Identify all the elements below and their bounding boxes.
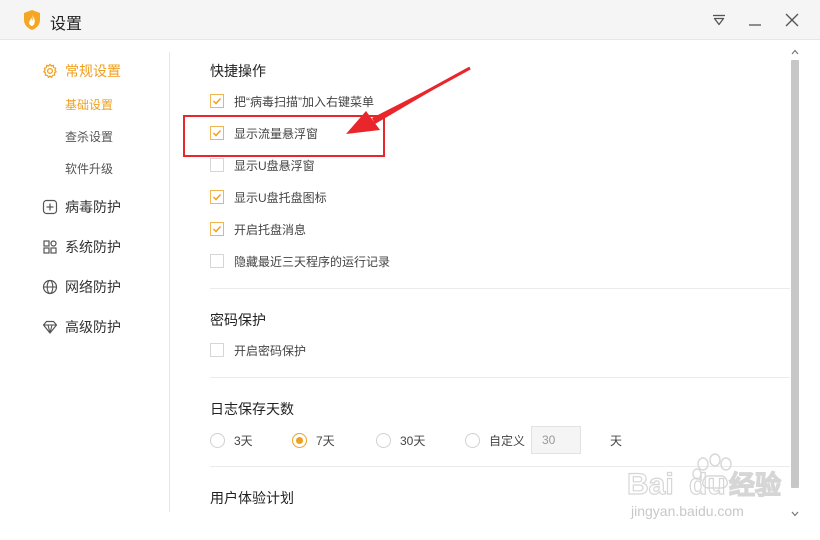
checkbox-label: 开启密码保护: [234, 343, 307, 358]
checkmark-icon: [212, 193, 222, 201]
checkmark-icon: [212, 97, 222, 105]
sidebar-item-general-settings[interactable]: 常规设置: [42, 59, 121, 83]
menu-dropdown-button[interactable]: [707, 8, 731, 32]
checkbox-row-tray-messages[interactable]: 开启托盘消息: [210, 219, 306, 239]
sidebar-item-label: 病毒防护: [65, 199, 121, 215]
sidebar-item-label: 高级防护: [65, 319, 121, 335]
chevron-down-icon: [791, 511, 799, 517]
globe-icon: [42, 279, 58, 295]
sidebar-item-label: 系统防护: [65, 239, 121, 255]
settings-panel: 快捷操作 把“病毒扫描”加入右键菜单 显示流量悬浮窗 显示U盘悬浮窗 显示U盘托…: [186, 40, 790, 510]
checkbox-checked[interactable]: [210, 222, 224, 236]
checkmark-icon: [212, 225, 222, 233]
scroll-down-button[interactable]: [788, 508, 802, 520]
sidebar-divider: [169, 52, 170, 512]
checkbox-row-traffic-float-window[interactable]: 显示流量悬浮窗: [210, 123, 318, 143]
radio-circle-selected[interactable]: [292, 432, 307, 448]
menu-triangle-icon: [713, 14, 725, 26]
checkbox-label: 显示流量悬浮窗: [234, 126, 319, 141]
radio-label: 7天: [316, 433, 335, 448]
sidebar-item-advanced-protection[interactable]: 高级防护: [42, 315, 121, 339]
radio-3-days[interactable]: 3天: [210, 426, 253, 454]
log-days-radio-group: 3天 7天 30天 自定义 天: [210, 426, 710, 454]
checkbox-row-usb-float-window[interactable]: 显示U盘悬浮窗: [210, 155, 315, 175]
plus-square-icon: [42, 199, 58, 215]
close-button[interactable]: [780, 8, 804, 32]
sidebar: 常规设置 基础设置 查杀设置 软件升级 病毒防护 系统防护 网络防护 高级防护: [0, 40, 170, 540]
sidebar-item-label: 网络防护: [65, 279, 121, 295]
checkbox-row-context-menu-scan[interactable]: 把“病毒扫描”加入右键菜单: [210, 91, 374, 111]
scrollbar-thumb[interactable]: [791, 60, 799, 488]
days-unit-label: 天: [610, 434, 623, 448]
sidebar-item-label: 常规设置: [65, 63, 121, 79]
close-icon: [785, 13, 799, 27]
radio-label: 30天: [400, 433, 426, 448]
diamond-icon: [42, 319, 58, 335]
scroll-up-button[interactable]: [788, 46, 802, 58]
sidebar-item-network-protection[interactable]: 网络防护: [42, 275, 121, 299]
section-title-user-experience: 用户体验计划: [210, 490, 294, 506]
vertical-scrollbar[interactable]: [788, 46, 802, 522]
section-title-quick-ops: 快捷操作: [210, 63, 266, 79]
section-title-log-days: 日志保存天数: [210, 401, 294, 417]
checkbox-label: 显示U盘悬浮窗: [234, 158, 315, 173]
radio-circle[interactable]: [376, 432, 391, 448]
radio-circle[interactable]: [465, 432, 480, 448]
window-title: 设置: [50, 16, 83, 33]
sidebar-subitem-software-update[interactable]: 软件升级: [65, 159, 113, 179]
checkbox-label: 隐藏最近三天程序的运行记录: [234, 254, 391, 269]
radio-custom-days[interactable]: 自定义: [465, 426, 525, 454]
sidebar-item-system-protection[interactable]: 系统防护: [42, 235, 121, 259]
radio-7-days[interactable]: 7天: [292, 426, 335, 454]
custom-days-input[interactable]: [531, 426, 581, 454]
checkbox-checked[interactable]: [210, 126, 224, 140]
checkbox-unchecked[interactable]: [210, 254, 224, 268]
radio-30-days[interactable]: 30天: [376, 426, 425, 454]
section-divider: [210, 377, 790, 378]
minimize-icon: [749, 24, 761, 26]
grid-icon: [42, 239, 58, 255]
checkbox-row-hide-run-records[interactable]: 隐藏最近三天程序的运行记录: [210, 251, 390, 271]
checkbox-label: 开启托盘消息: [234, 222, 307, 237]
checkbox-unchecked[interactable]: [210, 343, 224, 357]
sidebar-subitem-basic-settings[interactable]: 基础设置: [65, 95, 113, 115]
radio-label: 自定义: [489, 433, 526, 448]
chevron-up-icon: [791, 49, 799, 55]
section-divider: [210, 288, 790, 289]
title-bar: 设置: [0, 0, 820, 40]
sidebar-item-virus-protection[interactable]: 病毒防护: [42, 195, 121, 219]
checkbox-row-password-protection[interactable]: 开启密码保护: [210, 340, 306, 360]
sidebar-subitem-scan-settings[interactable]: 查杀设置: [65, 127, 113, 147]
checkbox-row-usb-tray-icon[interactable]: 显示U盘托盘图标: [210, 187, 327, 207]
checkbox-unchecked[interactable]: [210, 158, 224, 172]
checkmark-icon: [212, 129, 222, 137]
checkbox-label: 显示U盘托盘图标: [234, 190, 327, 205]
section-divider: [210, 466, 790, 467]
radio-circle[interactable]: [210, 432, 225, 448]
checkbox-checked[interactable]: [210, 94, 224, 108]
radio-label: 3天: [234, 433, 253, 448]
gear-icon: [42, 63, 58, 79]
section-title-password: 密码保护: [210, 312, 266, 328]
checkbox-label: 把“病毒扫描”加入右键菜单: [234, 94, 374, 109]
checkbox-checked[interactable]: [210, 190, 224, 204]
shield-flame-icon: [24, 10, 40, 30]
minimize-button[interactable]: [743, 8, 767, 32]
